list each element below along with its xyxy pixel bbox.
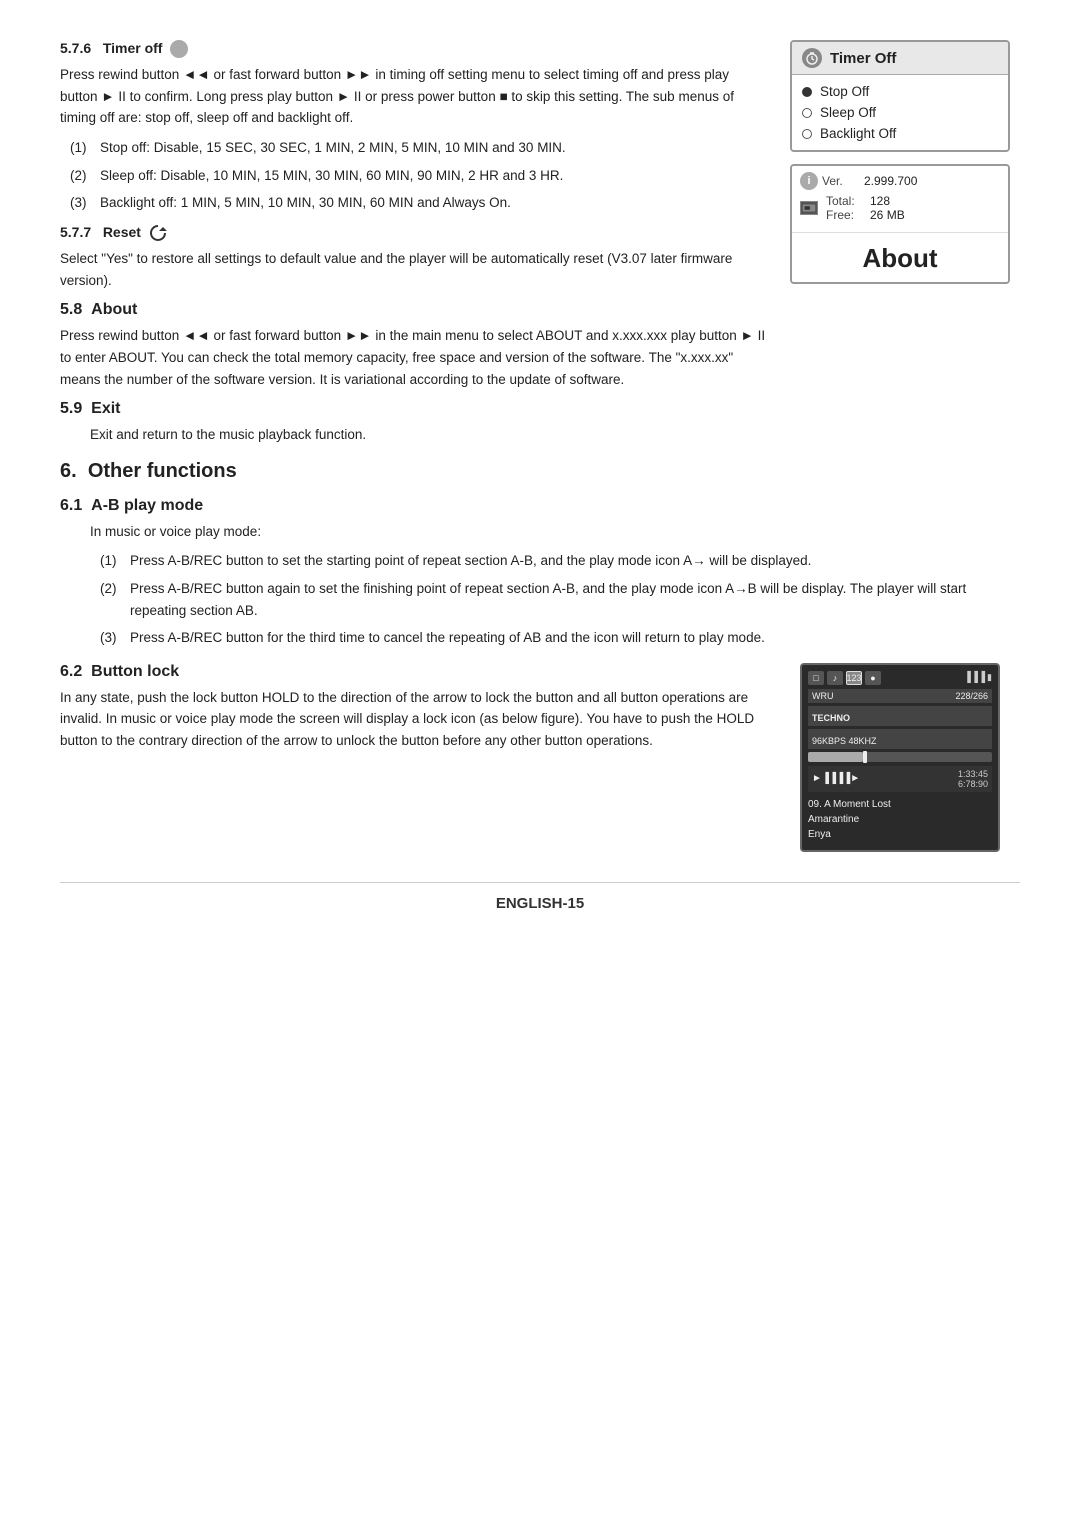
about-ver-value: 2.999.700 xyxy=(864,174,917,188)
about-total-row: Total: 128 Free: 26 MB xyxy=(800,194,1000,222)
timer-panel-header: Timer Off xyxy=(792,42,1008,75)
about-info-icon: i xyxy=(800,172,818,190)
section-61-list: Press A-B/REC button to set the starting… xyxy=(60,550,1020,648)
device-icons: □ ♪ 123 ● xyxy=(808,671,881,685)
list-item: Press A-B/REC button to set the starting… xyxy=(120,550,1020,572)
footer-text: ENGLISH-15 xyxy=(496,895,584,912)
device-time-range: 6:78:90 xyxy=(958,779,988,789)
page-footer: ENGLISH-15 xyxy=(60,882,1020,912)
about-free-label: Free: xyxy=(826,208,864,222)
about-total-value: 128 xyxy=(870,194,890,208)
timer-sleep-label: Sleep Off xyxy=(820,105,876,120)
device-track-label: WRU xyxy=(812,691,834,701)
list-item: Backlight off: 1 MIN, 5 MIN, 10 MIN, 30 … xyxy=(90,192,766,214)
about-total-label: Total: xyxy=(826,194,864,208)
section-6-heading: 6. Other functions xyxy=(60,460,1020,483)
device-icon-lock: ● xyxy=(865,671,881,685)
section-61: 6.1 A-B play mode In music or voice play… xyxy=(60,497,1020,649)
section-62-body: In any state, push the lock button HOLD … xyxy=(60,687,776,752)
section-576: 5.7.6 Timer off Press rewind button ◄◄ o… xyxy=(60,40,766,214)
device-song-artist: Amarantine xyxy=(808,812,992,827)
timer-panel-body: Stop Off Sleep Off Backlight Off xyxy=(792,75,1008,150)
timer-stop-label: Stop Off xyxy=(820,84,869,99)
section-576-heading: 5.7.6 Timer off xyxy=(60,40,766,58)
section-577: 5.7.7 Reset Select "Yes" to restore all … xyxy=(60,224,766,291)
timer-panel-icon xyxy=(802,48,822,68)
page: 5.7.6 Timer off Press rewind button ◄◄ o… xyxy=(0,0,1080,1533)
bullet-empty-icon xyxy=(802,108,812,118)
section-6: 6. Other functions xyxy=(60,460,1020,483)
section-59: 5.9 Exit Exit and return to the music pl… xyxy=(60,400,1020,446)
about-panel-inner: i Ver. 2.999.700 Tot xyxy=(792,166,1008,232)
section-59-body: Exit and return to the music playback fu… xyxy=(60,424,1020,446)
section-58-heading: 5.8 About xyxy=(60,301,766,319)
list-item: Sleep off: Disable, 10 MIN, 15 MIN, 30 M… xyxy=(90,165,766,187)
device-genre-text: TECHNO xyxy=(812,713,850,723)
battery-icon: ▮ xyxy=(987,672,992,683)
timer-menu-sleep: Sleep Off xyxy=(802,102,998,123)
about-storage-icon xyxy=(800,201,818,215)
timer-menu-backlight: Backlight Off xyxy=(802,123,998,144)
device-song-title: 09. A Moment Lost xyxy=(808,797,992,812)
reset-icon xyxy=(149,224,167,242)
timer-backlight-label: Backlight Off xyxy=(820,126,896,141)
bullet-empty-icon-2 xyxy=(802,129,812,139)
device-track-count: 228/266 xyxy=(955,691,988,701)
device-battery: ▐▐▐ ▮ xyxy=(964,672,992,683)
device-panel: □ ♪ 123 ● ▐▐▐ ▮ WRU 228/266 xyxy=(800,663,1000,852)
section-576-body: Press rewind button ◄◄ or fast forward b… xyxy=(60,64,766,129)
section-576-list: Stop off: Disable, 15 SEC, 30 SEC, 1 MIN… xyxy=(60,137,766,214)
battery-signal-icon: ▐▐▐ xyxy=(964,672,985,683)
section-62-wrapper: 6.2 Button lock In any state, push the l… xyxy=(60,663,1020,852)
device-genre-bar: WRU 228/266 xyxy=(808,689,992,703)
device-song-info: 09. A Moment Lost Amarantine Enya xyxy=(808,795,992,844)
device-progress-fill xyxy=(808,752,863,762)
device-icon-123: 123 xyxy=(846,671,862,685)
timer-menu-stop: Stop Off xyxy=(802,81,998,102)
about-ver-label: Ver. xyxy=(822,174,860,188)
section-577-body: Select "Yes" to restore all settings to … xyxy=(60,248,766,291)
section-58-body: Press rewind button ◄◄ or fast forward b… xyxy=(60,325,766,390)
device-progress-bar xyxy=(808,752,992,762)
about-free-value: 26 MB xyxy=(870,208,905,222)
section-58: 5.8 About Press rewind button ◄◄ or fast… xyxy=(60,301,766,390)
device-bitrate: 96KBPS 48KHZ xyxy=(808,729,992,749)
about-version-row: i Ver. 2.999.700 xyxy=(800,172,1000,190)
device-playback-row: ►▐▐▐▐► 1:33:45 6:78:90 xyxy=(808,766,992,792)
right-panels: Timer Off Stop Off Sleep Off Backlight O… xyxy=(790,40,1020,400)
list-item: Press A-B/REC button again to set the fi… xyxy=(120,578,1020,621)
list-item: Stop off: Disable, 15 SEC, 30 SEC, 1 MIN… xyxy=(90,137,766,159)
timer-off-icon xyxy=(170,40,188,58)
device-top-row: □ ♪ 123 ● ▐▐▐ ▮ xyxy=(808,671,992,685)
section-61-heading: 6.1 A-B play mode xyxy=(60,497,1020,515)
device-play-icon: ►▐▐▐▐► xyxy=(812,773,860,784)
bullet-filled-icon xyxy=(802,87,812,97)
device-bitrate-text: 96KBPS 48KHZ xyxy=(812,736,877,746)
device-icon-music: ♪ xyxy=(827,671,843,685)
section-577-heading: 5.7.7 Reset xyxy=(60,224,766,242)
list-item: Press A-B/REC button for the third time … xyxy=(120,627,1020,649)
device-icon-folder: □ xyxy=(808,671,824,685)
timer-panel-title: Timer Off xyxy=(830,50,896,67)
device-time-col: 1:33:45 6:78:90 xyxy=(958,769,988,789)
about-title: About xyxy=(792,232,1008,282)
section-61-intro: In music or voice play mode: xyxy=(60,521,1020,543)
device-song-album: Enya xyxy=(808,827,992,842)
about-panel: i Ver. 2.999.700 Tot xyxy=(790,164,1010,284)
device-genre-name: TECHNO xyxy=(808,706,992,726)
timer-off-panel: Timer Off Stop Off Sleep Off Backlight O… xyxy=(790,40,1010,152)
section-62-text: 6.2 Button lock In any state, push the l… xyxy=(60,663,776,852)
device-time: 1:33:45 xyxy=(958,769,988,779)
main-text-col: 5.7.6 Timer off Press rewind button ◄◄ o… xyxy=(60,40,766,400)
section-59-heading: 5.9 Exit xyxy=(60,400,1020,418)
device-panel-wrapper: □ ♪ 123 ● ▐▐▐ ▮ WRU 228/266 xyxy=(800,663,1020,852)
device-progress-handle xyxy=(863,751,867,763)
section-62-heading: 6.2 Button lock xyxy=(60,663,776,681)
